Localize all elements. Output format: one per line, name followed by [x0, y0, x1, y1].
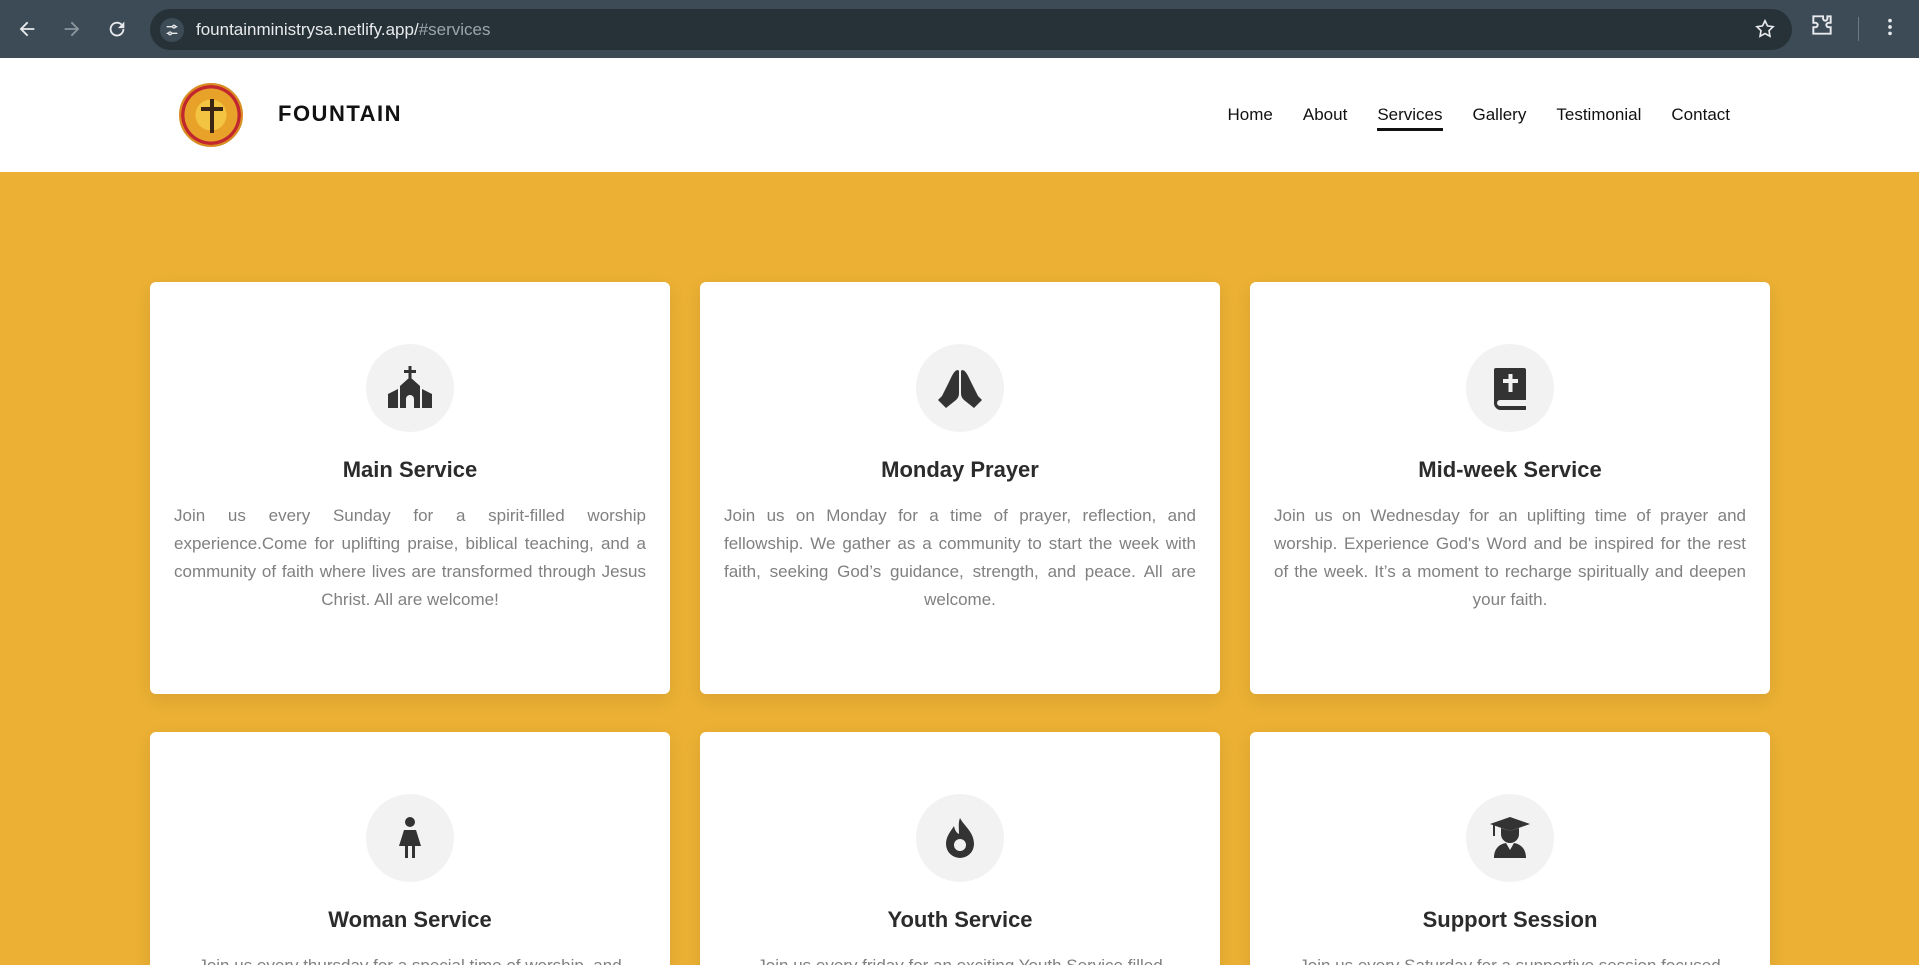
- toolbar-separator: [1858, 17, 1859, 41]
- service-card-youth-service: Youth Service Join us every friday for a…: [700, 732, 1220, 965]
- site-header: FOUNTAIN Home About Services Gallery Tes…: [0, 58, 1919, 172]
- service-description: Join us every Saturday for a supportive …: [1274, 952, 1746, 965]
- nav-about[interactable]: About: [1303, 105, 1347, 131]
- service-title: Youth Service: [887, 907, 1033, 932]
- service-card-main-service: Main Service Join us every Sunday for a …: [150, 282, 670, 694]
- url-path: #services: [418, 20, 491, 39]
- ministry-logo[interactable]: [179, 83, 243, 147]
- site-info-icon[interactable]: [160, 18, 184, 42]
- nav-testimonial[interactable]: Testimonial: [1556, 105, 1641, 131]
- church-icon: [366, 344, 454, 432]
- bible-icon: [1466, 344, 1554, 432]
- bookmark-star-icon[interactable]: [1754, 18, 1776, 45]
- service-card-mid-week-service: Mid-week Service Join us on Wednesday fo…: [1250, 282, 1770, 694]
- service-description: Join us every friday for an exciting You…: [724, 952, 1196, 965]
- nav-services[interactable]: Services: [1377, 105, 1443, 131]
- extensions-puzzle-icon[interactable]: [1809, 12, 1835, 43]
- service-title: Woman Service: [328, 907, 492, 932]
- fire-icon: [916, 794, 1004, 882]
- service-description: Join us on Monday for a time of prayer, …: [724, 506, 1196, 609]
- service-card-woman-service: Woman Service Join us every thursday for…: [150, 732, 670, 965]
- reload-button[interactable]: [100, 12, 134, 46]
- service-title: Support Session: [1422, 907, 1598, 932]
- arrow-right-icon: [64, 21, 80, 37]
- url-host: fountainministrysa.netlify.app/: [196, 20, 419, 39]
- service-description: Join us every thursday for a special tim…: [174, 952, 646, 965]
- service-card-monday-prayer: Monday Prayer Join us on Monday for a ti…: [700, 282, 1220, 694]
- service-description: Join us every Sunday for a spirit-filled…: [174, 506, 646, 609]
- nav-gallery[interactable]: Gallery: [1473, 105, 1527, 131]
- brand-name[interactable]: FOUNTAIN: [278, 101, 402, 127]
- service-title: Mid-week Service: [1418, 457, 1602, 482]
- nav-contact[interactable]: Contact: [1671, 105, 1730, 131]
- service-title: Monday Prayer: [881, 457, 1039, 482]
- reload-icon: [109, 21, 125, 37]
- browser-toolbar: fountainministrysa.netlify.app/#services: [0, 0, 1919, 58]
- service-description: Join us on Wednesday for an uplifting ti…: [1274, 506, 1746, 609]
- service-card-support-session: Support Session Join us every Saturday f…: [1250, 732, 1770, 965]
- graduate-icon: [1466, 794, 1554, 882]
- address-bar[interactable]: fountainministrysa.netlify.app/#services: [150, 9, 1792, 50]
- nav-home[interactable]: Home: [1228, 105, 1273, 131]
- more-menu-icon[interactable]: [1879, 12, 1901, 47]
- service-title: Main Service: [342, 457, 478, 482]
- arrow-left-icon: [19, 21, 35, 37]
- back-button[interactable]: [10, 12, 44, 46]
- url-text[interactable]: fountainministrysa.netlify.app/#services: [196, 20, 491, 40]
- woman-icon: [366, 794, 454, 882]
- forward-button[interactable]: [55, 12, 89, 46]
- main-nav: Home About Services Gallery Testimonial …: [1228, 105, 1730, 131]
- praying-hands-icon: [916, 344, 1004, 432]
